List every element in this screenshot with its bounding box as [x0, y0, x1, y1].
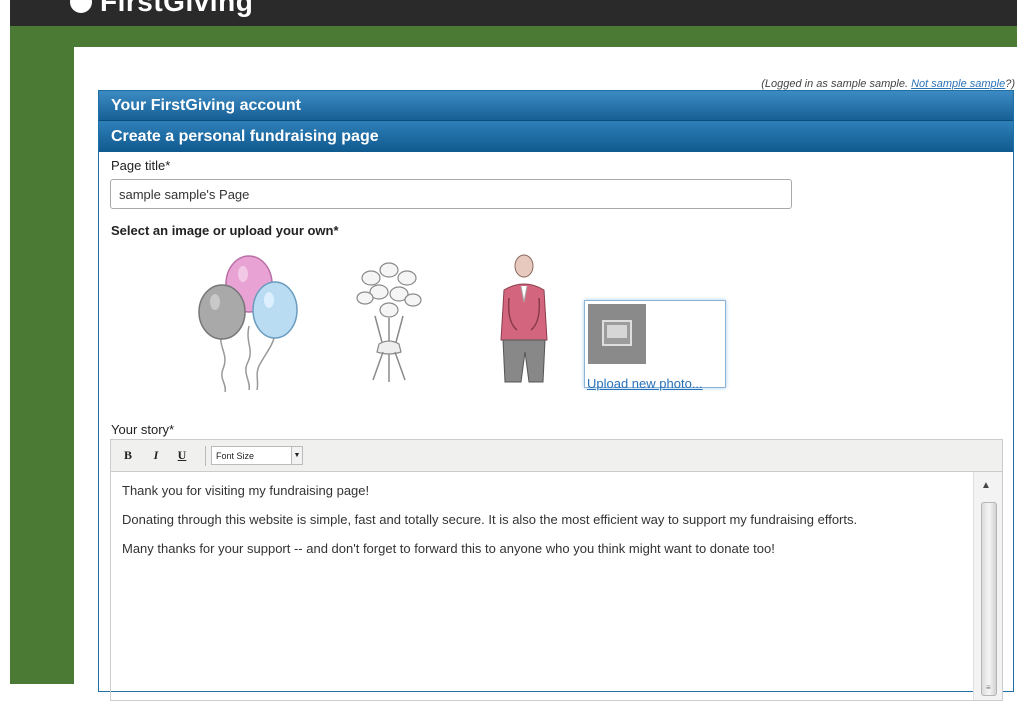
not-user-link[interactable]: Not sample sample: [911, 78, 1005, 90]
underline-button[interactable]: U: [173, 448, 191, 464]
story-paragraph: Donating through this website is simple,…: [122, 512, 858, 527]
account-box: Your FirstGiving account Create a person…: [98, 90, 1014, 701]
toolbar-separator: [205, 446, 206, 466]
page-title-input[interactable]: [110, 179, 792, 209]
chevron-down-icon[interactable]: ▼: [291, 447, 302, 464]
picture-frame-icon: [602, 320, 632, 346]
upload-photo-box[interactable]: Upload new photo...: [584, 300, 726, 391]
site-header: FirstGiving: [10, 0, 1017, 26]
flowers-image-option[interactable]: [349, 256, 429, 386]
scroll-up-arrow-icon[interactable]: ▲: [981, 480, 991, 491]
balloons-image-option[interactable]: [189, 254, 309, 394]
flowers-bouquet-icon: [356, 262, 422, 382]
grip-icon: ≡: [986, 683, 991, 692]
image-select-label: Select an image or upload your own*: [111, 223, 339, 238]
logo-icon: [70, 0, 92, 13]
balloons-icon: [198, 255, 298, 393]
editor-toolbar: B I U Font Size ▼: [111, 440, 1002, 472]
account-header: Your FirstGiving account: [99, 91, 1013, 121]
bold-button[interactable]: B: [119, 448, 137, 464]
logged-in-prefix: (Logged in as sample sample.: [761, 78, 912, 90]
top-bar: FirstGiving: [0, 0, 1017, 28]
photo-placeholder-icon: [588, 304, 646, 364]
font-size-value: Font Size: [216, 451, 255, 461]
person-icon: [500, 254, 548, 383]
section-header: Create a personal fundraising page: [99, 121, 1013, 152]
story-editor: B I U Font Size ▼ Thank you for visiting…: [110, 439, 1003, 701]
story-paragraph: Many thanks for your support -- and don'…: [122, 541, 775, 556]
editor-scrollbar[interactable]: ▲ ≡: [973, 472, 1002, 700]
story-label: Your story*: [111, 422, 175, 437]
logged-in-notice: (Logged in as sample sample. Not sample …: [761, 78, 1015, 90]
logged-in-suffix: ?): [1005, 78, 1015, 90]
scrollbar-thumb[interactable]: ≡: [981, 502, 997, 696]
story-paragraph: Thank you for visiting my fundraising pa…: [122, 483, 370, 498]
brand-logo-text[interactable]: FirstGiving: [100, 0, 253, 18]
story-textarea[interactable]: Thank you for visiting my fundraising pa…: [111, 472, 974, 700]
italic-button[interactable]: I: [147, 448, 165, 464]
main-panel: (Logged in as sample sample. Not sample …: [74, 47, 1017, 701]
page-title-label: Page title*: [111, 158, 171, 173]
person-image-option[interactable]: [489, 252, 559, 392]
font-size-select[interactable]: Font Size ▼: [211, 446, 303, 465]
upload-new-photo-link[interactable]: Upload new photo...: [587, 376, 703, 391]
